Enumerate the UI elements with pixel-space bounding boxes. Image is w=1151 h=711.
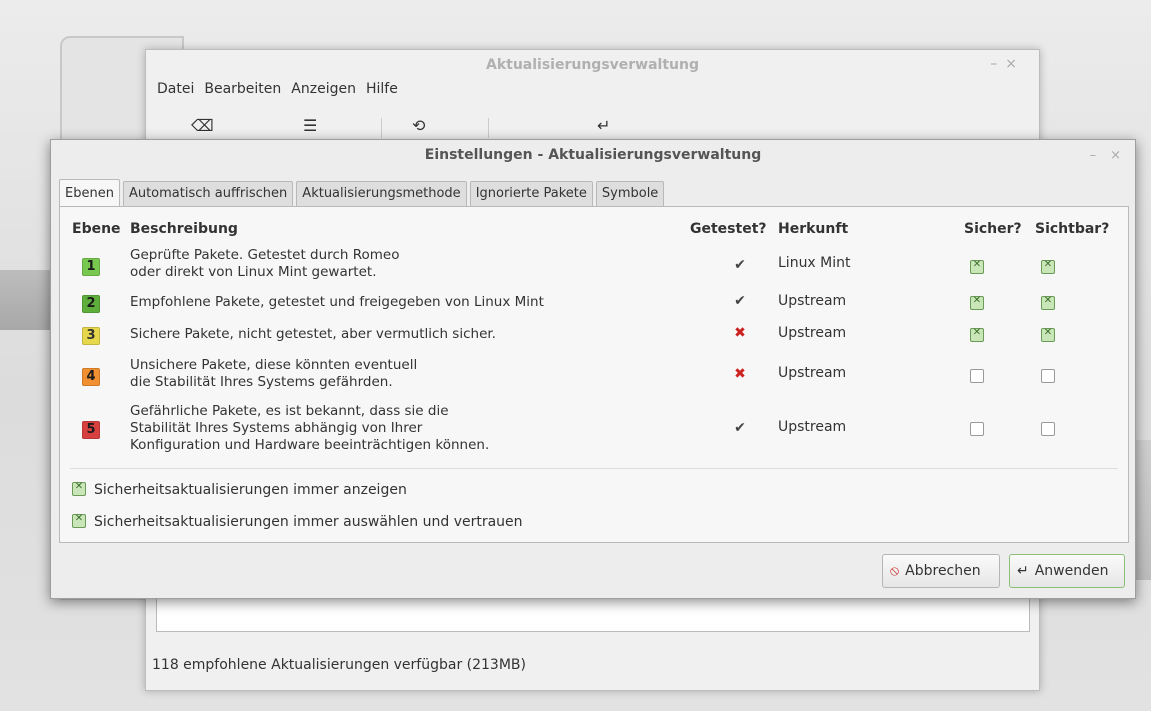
tab-ignored-packages[interactable]: Ignorierte Pakete	[469, 181, 593, 206]
description-line: oder direkt von Linux Mint gewartet.	[130, 264, 377, 280]
menu-edit[interactable]: Bearbeiten	[199, 81, 286, 97]
close-button[interactable]: ×	[1110, 148, 1121, 163]
visible-checkbox[interactable]	[1041, 369, 1055, 383]
level-number-badge: 2	[82, 295, 100, 313]
preferences-dialog: Einstellungen - Aktualisierungsverwaltun…	[50, 139, 1136, 599]
install-icon[interactable]: ↵	[597, 116, 610, 135]
origin-text: Linux Mint	[778, 255, 851, 271]
title-bar: Aktualisierungsverwaltung –×	[146, 50, 1039, 80]
dialog-title-bar: Einstellungen - Aktualisierungsverwaltun…	[51, 140, 1135, 170]
description-line: die Stabilität Ihres Systems gefährden.	[130, 374, 393, 390]
origin-text: Upstream	[778, 365, 847, 381]
toolbar-separator	[381, 118, 382, 138]
levels-panel: Ebene Beschreibung Getestet? Herkunft Si…	[59, 206, 1129, 543]
toolbar-separator	[488, 118, 489, 138]
tab-update-method[interactable]: Aktualisierungsmethode	[296, 181, 467, 206]
check-icon: ✔	[734, 257, 746, 273]
cross-icon: ✖	[734, 366, 746, 382]
toolbar: ⌫ ☰ ⟲ ↵	[146, 116, 1039, 138]
tab-levels[interactable]: Ebenen	[59, 179, 120, 207]
close-button[interactable]: ×	[1005, 56, 1025, 72]
cross-icon: ✖	[734, 325, 746, 341]
clear-icon[interactable]: ⌫	[191, 116, 214, 135]
level-description: Gefährliche Pakete, es ist bekannt, dass…	[130, 403, 489, 454]
minimize-button[interactable]: –	[1090, 148, 1097, 163]
origin-text: Upstream	[778, 325, 847, 341]
header-tested: Getestet?	[690, 221, 767, 237]
always-show-security-checkbox[interactable]	[72, 481, 86, 496]
option-label: Sicherheitsaktualisierungen immer anzeig…	[94, 482, 407, 498]
description-line: Gefährliche Pakete, es ist bekannt, dass…	[130, 403, 449, 419]
tab-icons[interactable]: Symbole	[595, 181, 665, 206]
description-line: Geprüfte Pakete. Getestet durch Romeo	[130, 247, 400, 263]
window-title: Aktualisierungsverwaltung	[485, 57, 700, 73]
dialog-controls: – ×	[1076, 148, 1121, 163]
level-number-badge: 4	[82, 368, 100, 386]
option-always-select-security[interactable]: Sicherheitsaktualisierungen immer auswäh…	[72, 513, 523, 530]
header-visible: Sichtbar?	[1035, 221, 1110, 237]
visible-checkbox[interactable]	[1041, 259, 1055, 274]
safe-checkbox[interactable]	[970, 327, 984, 342]
option-always-show-security[interactable]: Sicherheitsaktualisierungen immer anzeig…	[72, 481, 407, 498]
level-number-badge: 5	[82, 421, 100, 439]
safe-checkbox[interactable]	[970, 422, 984, 436]
status-text: 118 empfohlene Aktualisierungen verfügba…	[152, 657, 526, 673]
header-level: Ebene	[72, 221, 121, 237]
safe-checkbox[interactable]	[970, 369, 984, 383]
cancel-label: Abbrechen	[905, 563, 981, 579]
header-safe: Sicher?	[964, 221, 1022, 237]
description-line: Sichere Pakete, nicht getestet, aber ver…	[130, 326, 496, 342]
description-line: Unsichere Pakete, diese könnten eventuel…	[130, 357, 418, 373]
tab-bar: Ebenen Automatisch auffrischen Aktualisi…	[59, 178, 667, 207]
visible-checkbox[interactable]	[1041, 422, 1055, 436]
check-icon: ✔	[734, 293, 746, 309]
visible-checkbox[interactable]	[1041, 327, 1055, 342]
menu-view[interactable]: Anzeigen	[286, 81, 361, 97]
level-description: Sichere Pakete, nicht getestet, aber ver…	[130, 326, 496, 343]
window-controls: –×	[990, 56, 1025, 72]
cancel-button[interactable]: ⦸ Abbrechen	[882, 554, 1000, 588]
apply-label: Anwenden	[1034, 563, 1109, 579]
always-select-security-checkbox[interactable]	[72, 513, 86, 528]
tab-auto-refresh[interactable]: Automatisch auffrischen	[122, 181, 294, 206]
option-label: Sicherheitsaktualisierungen immer auswäh…	[94, 514, 523, 530]
description-line: Stabilität Ihres Systems abhängig von Ih…	[130, 420, 423, 436]
select-all-icon[interactable]: ☰	[303, 116, 317, 135]
cancel-icon: ⦸	[890, 563, 900, 579]
menu-help[interactable]: Hilfe	[361, 81, 403, 97]
origin-text: Upstream	[778, 293, 847, 309]
level-number-badge: 3	[82, 327, 100, 345]
level-description: Empfohlene Pakete, getestet und freigege…	[130, 294, 544, 311]
dialog-title: Einstellungen - Aktualisierungsverwaltun…	[424, 147, 762, 163]
refresh-icon[interactable]: ⟲	[412, 116, 425, 135]
minimize-button[interactable]: –	[990, 56, 1005, 72]
apply-icon: ↵	[1017, 563, 1029, 579]
safe-checkbox[interactable]	[970, 295, 984, 310]
check-icon: ✔	[734, 420, 746, 436]
visible-checkbox[interactable]	[1041, 295, 1055, 310]
safe-checkbox[interactable]	[970, 259, 984, 274]
level-number-badge: 1	[82, 258, 100, 276]
menu-bar: Datei Bearbeiten Anzeigen Hilfe	[152, 81, 403, 97]
description-line: Konfiguration und Hardware beeinträchtig…	[130, 437, 490, 453]
apply-button[interactable]: ↵ Anwenden	[1009, 554, 1125, 588]
level-description: Geprüfte Pakete. Getestet durch Romeo od…	[130, 247, 399, 281]
header-description: Beschreibung	[130, 221, 238, 237]
description-line: Empfohlene Pakete, getestet und freigege…	[130, 294, 544, 310]
level-description: Unsichere Pakete, diese könnten eventuel…	[130, 357, 417, 391]
separator	[70, 468, 1118, 469]
header-origin: Herkunft	[778, 221, 849, 237]
origin-text: Upstream	[778, 419, 847, 435]
menu-file[interactable]: Datei	[152, 81, 199, 97]
